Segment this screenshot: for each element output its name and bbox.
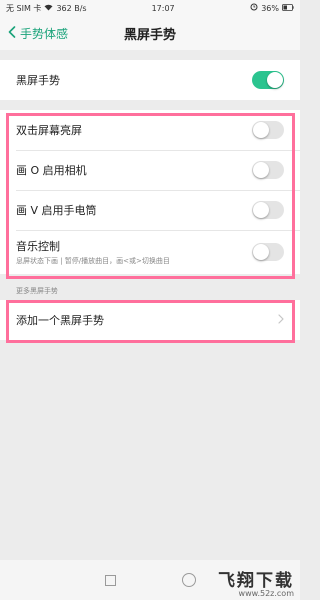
gesture-label: 画 O 启用相机 (16, 164, 87, 177)
gesture-label: 双击屏幕亮屏 (16, 124, 82, 137)
home-icon[interactable] (181, 573, 196, 587)
back-label: 手势体感 (20, 26, 69, 41)
camera-toggle[interactable] (252, 161, 284, 179)
gesture-row-camera[interactable]: 画 O 启用相机 (0, 150, 300, 190)
gesture-row-double-tap[interactable]: 双击屏幕亮屏 (0, 110, 300, 150)
music-control-toggle[interactable] (252, 243, 284, 261)
master-toggle-row[interactable]: 黑屏手势 (0, 60, 300, 100)
gesture-label: 画 V 启用手电筒 (16, 204, 97, 217)
chevron-left-icon (8, 25, 16, 41)
gesture-row-flashlight[interactable]: 画 V 启用手电筒 (0, 190, 300, 230)
more-gestures-group: 添加一个黑屏手势 (0, 300, 300, 340)
recent-apps-icon[interactable] (104, 574, 116, 586)
master-toggle-label: 黑屏手势 (16, 74, 60, 87)
gesture-list: 双击屏幕亮屏 画 O 启用相机 画 V 启用手电筒 音乐控制 息屏状态下画 | … (0, 110, 300, 274)
add-gesture-label: 添加一个黑屏手势 (16, 314, 104, 327)
flashlight-toggle[interactable] (252, 201, 284, 219)
master-toggle-group: 黑屏手势 (0, 60, 300, 100)
status-time: 17:07 (151, 3, 175, 13)
wifi-icon (44, 4, 53, 13)
gesture-row-music[interactable]: 音乐控制 息屏状态下画 | 暂停/播放曲目，画<或>切换曲目 (0, 230, 300, 274)
double-tap-toggle[interactable] (252, 121, 284, 139)
gesture-label: 音乐控制 (16, 240, 60, 253)
more-section-label: 更多黑屏手势 (16, 287, 58, 295)
gesture-subtitle: 息屏状态下画 | 暂停/播放曲目，画<或>切换曲目 (16, 257, 170, 265)
add-gesture-row[interactable]: 添加一个黑屏手势 (0, 300, 300, 340)
alarm-icon (250, 3, 258, 13)
nav-bar: 手势体感 黑屏手势 (0, 16, 300, 50)
status-bar: 无 SIM 卡 362 B/s 17:07 36% (0, 0, 300, 16)
chevron-right-icon (278, 313, 284, 327)
watermark: 飞翔下载 www.52z.com (218, 566, 294, 598)
master-toggle-switch[interactable] (252, 71, 284, 89)
back-button[interactable]: 手势体感 (8, 16, 68, 50)
battery-icon (282, 3, 294, 13)
network-speed: 362 B/s (56, 3, 87, 13)
carrier-text: 无 SIM 卡 (6, 3, 42, 13)
battery-percent: 36% (261, 3, 279, 13)
watermark-logo-text: 飞翔下载 (218, 571, 294, 591)
